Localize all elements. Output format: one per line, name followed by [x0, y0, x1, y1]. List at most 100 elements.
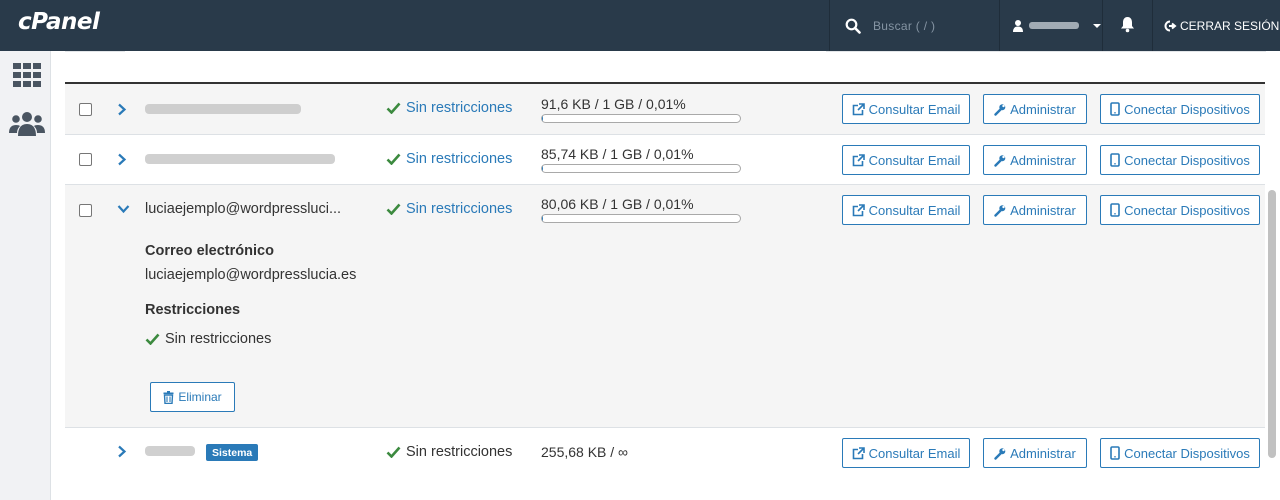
- wrench-icon: [994, 103, 1006, 116]
- delete-button[interactable]: Eliminar: [150, 382, 235, 412]
- table-row: Sin restricciones 85,74 KB / 1 GB / 0,01…: [65, 135, 1265, 185]
- logout-button[interactable]: CERRAR SESIÓN: [1164, 0, 1279, 51]
- account-name-redacted: [145, 104, 301, 114]
- check-email-label: Consultar Email: [868, 202, 961, 218]
- apps-grid-icon[interactable]: [13, 63, 41, 87]
- sidebar: [0, 51, 51, 500]
- check-icon: [145, 333, 160, 345]
- table-row-expanded: luciaejemplo@wordpressluci... Sin restri…: [65, 185, 1265, 428]
- check-email-button[interactable]: Consultar Email: [842, 438, 970, 468]
- disk-usage: 255,68 KB / ∞: [541, 444, 629, 460]
- restrictions-detail-value: Sin restricciones: [145, 331, 271, 347]
- connect-devices-label: Conectar Dispositivos: [1124, 445, 1250, 461]
- bell-icon[interactable]: [1120, 16, 1135, 33]
- check-email-label: Consultar Email: [868, 152, 961, 168]
- usage-bar: [541, 114, 741, 123]
- manage-button[interactable]: Administrar: [983, 438, 1087, 468]
- wrench-icon: [994, 204, 1006, 217]
- tab-underline: [65, 51, 125, 52]
- divider: [1152, 0, 1153, 51]
- manage-label: Administrar: [1010, 445, 1076, 461]
- restrictions-detail-label: Restricciones: [145, 302, 241, 318]
- account-name: luciaejemplo@wordpressluci...: [145, 201, 342, 217]
- disk-usage: 91,6 KB / 1 GB / 0,01%: [541, 96, 686, 112]
- restrictions-status: Sin restricciones: [386, 151, 512, 167]
- chevron-right-icon[interactable]: [117, 103, 127, 116]
- manage-label: Administrar: [1010, 101, 1076, 117]
- email-detail-label: Correo electrónico: [145, 243, 274, 259]
- delete-label: Eliminar: [178, 390, 222, 404]
- search-box[interactable]: Buscar ( / ): [830, 0, 998, 51]
- chevron-down-icon: [1093, 23, 1101, 28]
- table-row: Sin restricciones 91,6 KB / 1 GB / 0,01%…: [65, 84, 1265, 135]
- connect-devices-button[interactable]: Conectar Dispositivos: [1100, 94, 1260, 124]
- search-input[interactable]: Buscar ( / ): [873, 19, 935, 33]
- external-link-icon: [852, 153, 865, 166]
- check-email-button[interactable]: Consultar Email: [842, 195, 970, 225]
- check-email-label: Consultar Email: [868, 445, 961, 461]
- restrictions-label: Sin restricciones: [406, 151, 513, 167]
- check-icon: [386, 203, 401, 215]
- users-icon[interactable]: [9, 111, 45, 137]
- check-email-label: Consultar Email: [868, 101, 961, 117]
- table-row: Sistema Sin restricciones 255,68 KB / ∞ …: [65, 428, 1265, 479]
- check-email-button[interactable]: Consultar Email: [842, 94, 970, 124]
- trash-icon: [163, 390, 174, 404]
- chevron-down-icon[interactable]: [117, 204, 130, 214]
- account-name-redacted: [145, 446, 195, 456]
- row-checkbox[interactable]: [79, 204, 92, 217]
- user-icon: [1013, 19, 1023, 32]
- mobile-icon: [1110, 203, 1120, 217]
- row-checkbox[interactable]: [79, 153, 92, 166]
- manage-button[interactable]: Administrar: [983, 195, 1087, 225]
- restrictions-detail-text: Sin restricciones: [165, 331, 272, 347]
- mobile-icon: [1110, 446, 1120, 460]
- divider: [1102, 0, 1103, 51]
- scrollbar[interactable]: [1268, 190, 1276, 458]
- restrictions-status: Sin restricciones: [386, 201, 512, 217]
- connect-devices-label: Conectar Dispositivos: [1124, 202, 1250, 218]
- disk-usage: 80,06 KB / 1 GB / 0,01%: [541, 196, 694, 212]
- wrench-icon: [994, 154, 1006, 167]
- logout-icon: [1164, 20, 1177, 31]
- restrictions-label: Sin restricciones: [406, 444, 513, 460]
- external-link-icon: [852, 102, 865, 115]
- search-underline: [826, 51, 1266, 52]
- usage-bar: [541, 214, 741, 223]
- check-icon: [386, 153, 401, 165]
- logout-label: CERRAR SESIÓN: [1180, 18, 1280, 33]
- manage-button[interactable]: Administrar: [983, 145, 1087, 175]
- user-menu[interactable]: [1000, 0, 1102, 51]
- search-icon: [845, 18, 861, 34]
- top-bar: cPanel Buscar ( / ) CERRAR SESIÓN: [0, 0, 1280, 51]
- external-link-icon: [852, 446, 865, 459]
- wrench-icon: [994, 447, 1006, 460]
- check-email-button[interactable]: Consultar Email: [842, 145, 970, 175]
- cpanel-logo[interactable]: cPanel: [18, 9, 100, 35]
- check-icon: [386, 446, 401, 458]
- manage-button[interactable]: Administrar: [983, 94, 1087, 124]
- chevron-right-icon[interactable]: [117, 153, 127, 166]
- restrictions-label: Sin restricciones: [406, 201, 513, 217]
- account-name-redacted: [145, 154, 335, 164]
- connect-devices-button[interactable]: Conectar Dispositivos: [1100, 145, 1260, 175]
- external-link-icon: [852, 203, 865, 216]
- email-detail-value: luciaejemplo@wordpresslucia.es: [145, 267, 357, 283]
- system-badge: Sistema: [206, 444, 259, 461]
- manage-label: Administrar: [1010, 152, 1076, 168]
- mobile-icon: [1110, 102, 1120, 116]
- connect-devices-label: Conectar Dispositivos: [1124, 101, 1250, 117]
- connect-devices-button[interactable]: Conectar Dispositivos: [1100, 195, 1260, 225]
- manage-label: Administrar: [1010, 202, 1076, 218]
- connect-devices-label: Conectar Dispositivos: [1124, 152, 1250, 168]
- usage-bar: [541, 164, 741, 173]
- disk-usage: 85,74 KB / 1 GB / 0,01%: [541, 146, 694, 162]
- restrictions-status: Sin restricciones: [386, 100, 512, 116]
- connect-devices-button[interactable]: Conectar Dispositivos: [1100, 438, 1260, 468]
- check-icon: [386, 102, 401, 114]
- mobile-icon: [1110, 153, 1120, 167]
- chevron-right-icon[interactable]: [117, 445, 127, 458]
- username-redacted: [1029, 22, 1079, 29]
- row-checkbox[interactable]: [79, 103, 92, 116]
- restrictions-label: Sin restricciones: [406, 100, 513, 116]
